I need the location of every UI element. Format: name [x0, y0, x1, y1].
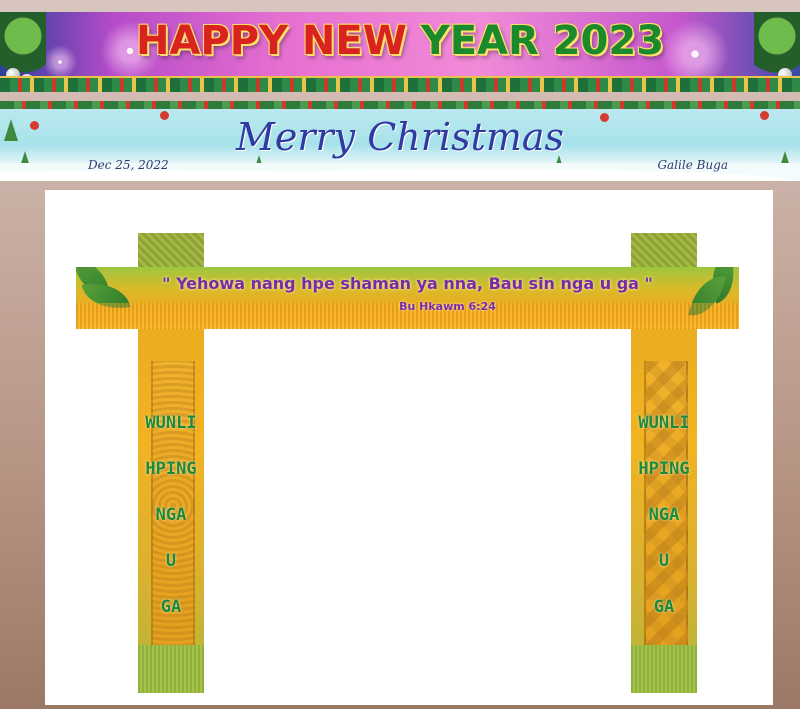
- new-year-title-green: YEAR: [420, 18, 539, 64]
- bible-verse: " Yehowa nang hpe shaman ya nna, Bau sin…: [162, 274, 653, 293]
- new-year-title-red: HAPPY NEW: [135, 18, 421, 64]
- new-year-title: HAPPY NEW YEAR 2023: [0, 18, 800, 64]
- pillar-base: [631, 645, 697, 693]
- pillar-word: WUNLI: [145, 413, 197, 433]
- pillar-word: GA: [653, 597, 675, 617]
- right-pillar-text: WUNLI HPING NGA U GA: [631, 400, 697, 630]
- pillar-word: U: [658, 551, 670, 571]
- left-pillar-text: WUNLI HPING NGA U GA: [138, 400, 204, 630]
- pillar-word: WUNLI: [638, 413, 690, 433]
- new-year-title-year: 2023: [538, 18, 665, 64]
- garland-border: [0, 101, 800, 109]
- merry-christmas-banner: Merry Christmas Dec 25, 2022 Galile Buga: [0, 101, 800, 181]
- pillar-word: GA: [160, 597, 182, 617]
- happy-new-year-banner: HAPPY NEW YEAR 2023: [0, 12, 800, 92]
- pillar-word: U: [165, 551, 177, 571]
- verse-reference: Bu Hkawm 6:24: [399, 300, 496, 313]
- christmas-name: Galile Buga: [657, 158, 728, 172]
- gate-lintel: " Yehowa nang hpe shaman ya nna, Bau sin…: [76, 267, 739, 329]
- garland-border: [0, 76, 800, 92]
- gate-canvas: WUNLI HPING NGA U GA WUNLI HPING NGA U G…: [45, 190, 773, 705]
- pillar-word: NGA: [648, 505, 680, 525]
- pillar-word: HPING: [145, 459, 197, 479]
- christmas-title: Merry Christmas: [235, 115, 565, 159]
- christmas-date: Dec 25, 2022: [88, 158, 169, 172]
- pillar-word: NGA: [155, 505, 187, 525]
- pillar-word: HPING: [638, 459, 690, 479]
- pillar-base: [138, 645, 204, 693]
